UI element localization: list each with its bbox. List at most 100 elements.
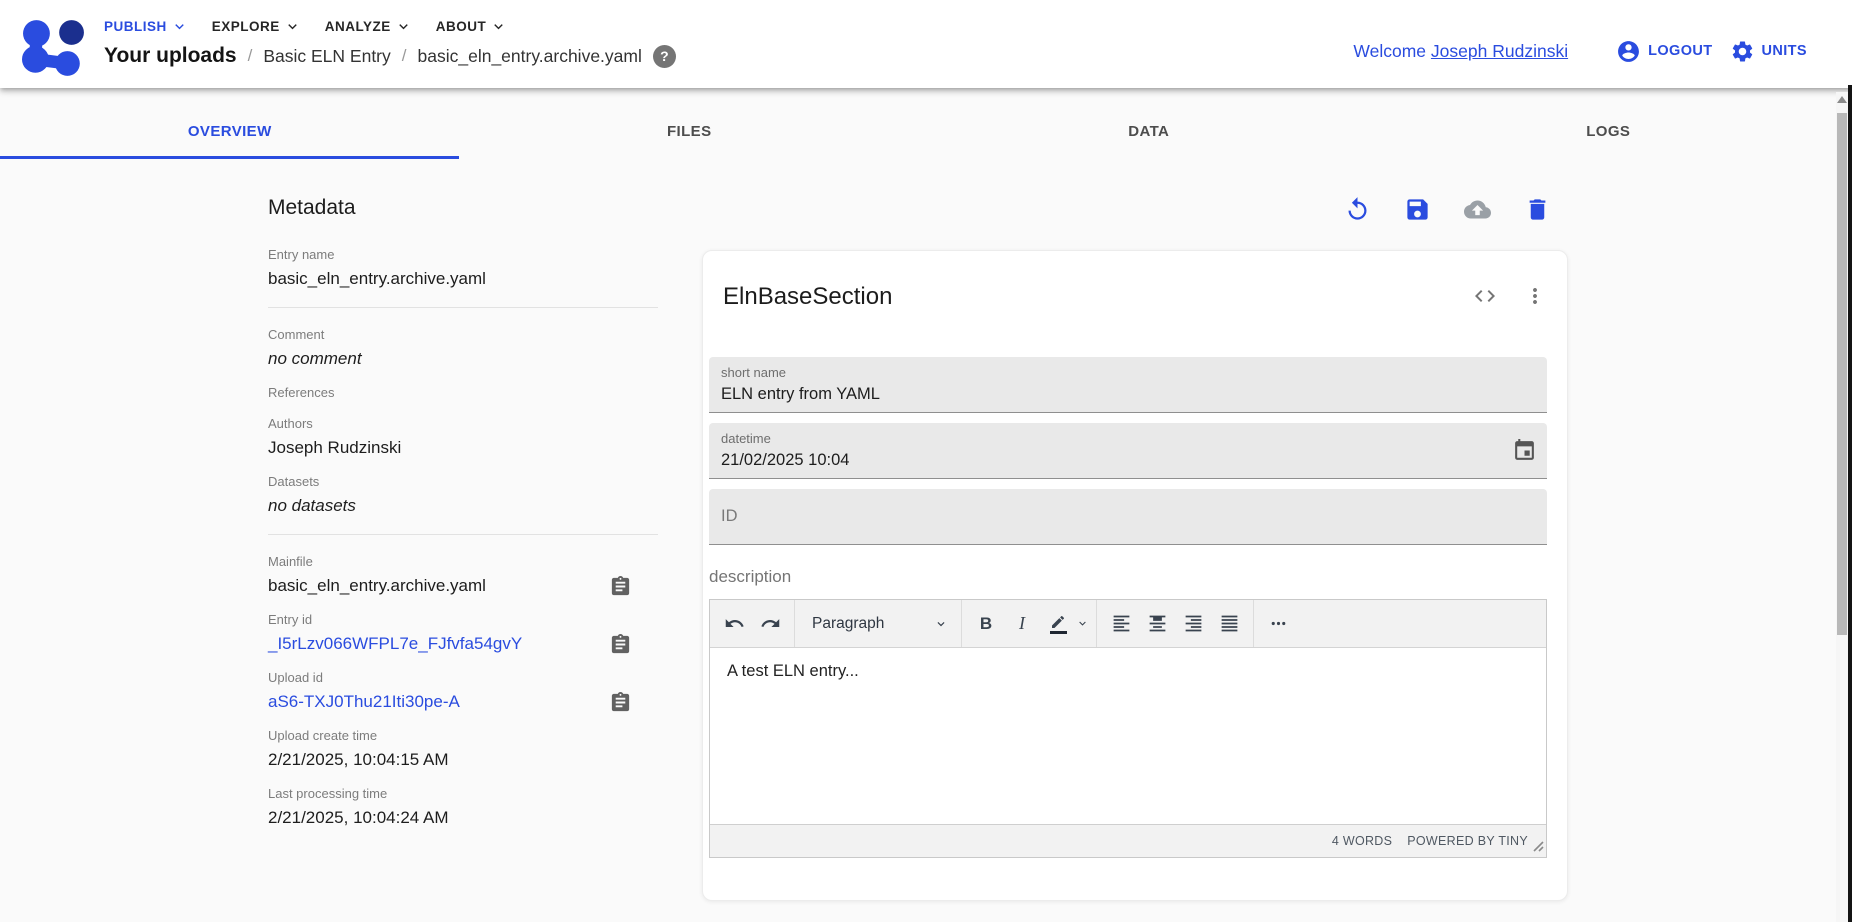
redo-button[interactable] [753, 607, 787, 641]
bold-button[interactable]: B [969, 607, 1003, 641]
clipboard-icon [609, 575, 632, 598]
text-color-split-button [1041, 607, 1089, 641]
align-group [1097, 600, 1254, 647]
upload-button[interactable] [1464, 196, 1491, 223]
units-button[interactable]: UNITS [1730, 39, 1808, 64]
help-icon[interactable]: ? [653, 45, 676, 68]
editor-toolbar: Paragraph B I [710, 600, 1546, 648]
breadcrumb-root[interactable]: Your uploads [104, 44, 237, 68]
datetime-input[interactable] [721, 451, 1470, 470]
align-justify-button[interactable] [1212, 607, 1246, 641]
color-swatch [1050, 631, 1067, 634]
window-edge [1848, 85, 1852, 922]
units-label: UNITS [1762, 43, 1808, 59]
copy-upload-id-button[interactable] [609, 691, 632, 714]
copy-entry-id-button[interactable] [609, 633, 632, 656]
tab-overview[interactable]: OVERVIEW [0, 103, 460, 159]
active-tab-indicator [0, 156, 459, 159]
divider [268, 307, 658, 308]
ellipsis-icon [1268, 613, 1289, 634]
save-button[interactable] [1404, 196, 1431, 223]
main-nav: PUBLISH EXPLORE ANALYZE ABOUT [104, 18, 507, 35]
datetime-field: datetime [709, 423, 1547, 479]
meta-value: Joseph Rudzinski [268, 436, 658, 460]
meta-label: Mainfile [268, 553, 658, 571]
tab-logs[interactable]: LOGS [1379, 103, 1839, 159]
logout-button[interactable]: LOGOUT [1616, 39, 1712, 64]
nav-explore[interactable]: EXPLORE [212, 18, 301, 35]
align-right-button[interactable] [1176, 607, 1210, 641]
tab-data[interactable]: DATA [919, 103, 1379, 159]
meta-label: Upload create time [268, 727, 658, 745]
meta-item-comment: Comment no comment [268, 326, 658, 371]
description-label: description [709, 567, 1547, 587]
copy-mainfile-button[interactable] [609, 575, 632, 598]
powered-by-tiny[interactable]: POWERED BY TINY [1407, 834, 1528, 848]
meta-label: Entry name [268, 246, 658, 264]
chevron-down-icon [171, 18, 188, 35]
align-left-button[interactable] [1104, 607, 1138, 641]
page-scrollbar[interactable] [1836, 92, 1848, 922]
clipboard-icon [609, 691, 632, 714]
scrollbar-thumb[interactable] [1837, 113, 1847, 635]
trash-icon [1524, 196, 1551, 223]
replay-icon [1344, 196, 1371, 223]
resize-grip[interactable] [1532, 840, 1544, 855]
text-color-button[interactable] [1041, 607, 1075, 641]
welcome-text: Welcome Joseph Rudzinski [1353, 41, 1568, 62]
undo-button[interactable] [717, 607, 751, 641]
more-tools-button[interactable] [1261, 607, 1295, 641]
tab-files[interactable]: FILES [460, 103, 920, 159]
meta-item-references: References [268, 384, 658, 402]
paragraph-format-select[interactable]: Paragraph [802, 607, 954, 641]
breadcrumb-separator: / [402, 46, 407, 66]
section-title: ElnBaseSection [723, 283, 892, 311]
breadcrumb: Your uploads / Basic ELN Entry / basic_e… [104, 44, 676, 68]
section-fields: short name datetime [709, 357, 1547, 545]
format-group: Paragraph [795, 600, 962, 647]
undo-icon [724, 613, 745, 634]
breadcrumb-entry: basic_eln_entry.archive.yaml [418, 46, 642, 67]
short-name-input[interactable] [721, 385, 1470, 404]
open-calendar-button[interactable] [1512, 438, 1537, 466]
code-view-button[interactable] [1473, 284, 1497, 311]
align-justify-icon [1219, 613, 1240, 634]
id-input[interactable] [721, 507, 1470, 526]
meta-label: Upload id [268, 669, 658, 687]
align-left-icon [1111, 613, 1132, 634]
align-center-button[interactable] [1140, 607, 1174, 641]
chevron-down-icon [1076, 617, 1089, 630]
delete-button[interactable] [1524, 196, 1551, 223]
nav-about-label: ABOUT [436, 19, 487, 34]
pen-icon [1050, 614, 1066, 630]
meta-value: no datasets [268, 494, 658, 518]
user-name-link[interactable]: Joseph Rudzinski [1431, 41, 1568, 61]
nav-analyze[interactable]: ANALYZE [325, 18, 412, 35]
entry-action-bar [1344, 196, 1551, 223]
short-name-label: short name [721, 365, 1535, 381]
meta-item-upload-create-time: Upload create time 2/21/2025, 10:04:15 A… [268, 727, 658, 772]
nav-analyze-label: ANALYZE [325, 19, 391, 34]
nomad-logo[interactable] [22, 20, 86, 83]
scroll-up-icon[interactable] [1837, 96, 1847, 103]
editor-content[interactable]: A test ELN entry... [710, 648, 1546, 824]
section-menu-button[interactable] [1523, 284, 1547, 311]
reload-button[interactable] [1344, 196, 1371, 223]
id-field [709, 489, 1547, 545]
upload-id-link[interactable]: aS6-TXJ0Thu21Iti30pe-A [268, 690, 460, 714]
metadata-title: Metadata [268, 196, 658, 220]
meta-value: no comment [268, 347, 658, 371]
italic-button[interactable]: I [1005, 607, 1039, 641]
chevron-down-icon [395, 18, 412, 35]
meta-label: Entry id [268, 611, 658, 629]
code-icon [1473, 284, 1497, 308]
nav-publish[interactable]: PUBLISH [104, 18, 188, 35]
nav-about[interactable]: ABOUT [436, 18, 508, 35]
word-count: 4 WORDS [1332, 834, 1392, 848]
breadcrumb-upload[interactable]: Basic ELN Entry [263, 46, 390, 67]
text-color-menu-button[interactable] [1075, 607, 1089, 641]
entry-id-link[interactable]: _I5rLzv066WFPL7e_FJfvfa54gvY [268, 632, 522, 656]
clipboard-icon [609, 633, 632, 656]
account-icon [1616, 39, 1641, 64]
resize-grip-icon [1532, 840, 1544, 852]
